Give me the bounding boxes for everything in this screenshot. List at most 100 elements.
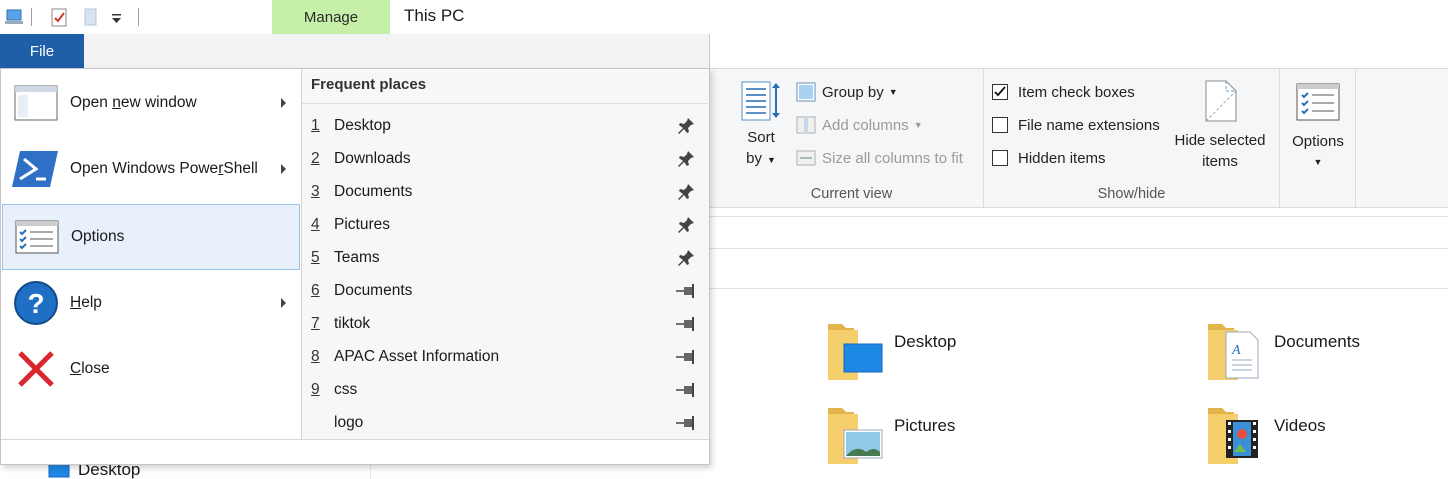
help-icon: ? (12, 279, 60, 327)
computer-icon[interactable] (4, 6, 26, 28)
folder-tile-desktop[interactable]: Desktop (826, 318, 956, 382)
pin-icon[interactable] (674, 378, 698, 402)
submenu-arrow-icon (281, 164, 286, 174)
folder-tile-videos[interactable]: Videos (1206, 402, 1326, 466)
folder-tile-documents[interactable]: A Documents (1206, 318, 1360, 382)
frequent-place-item[interactable]: 3 Documents (302, 175, 710, 208)
frequent-place-name: Pictures (334, 215, 390, 233)
options-button[interactable]: Options ▼ (1286, 83, 1350, 173)
menu-item-open-powershell[interactable]: Open Windows PowerShell (2, 136, 300, 202)
frequent-place-name: logo (334, 413, 364, 431)
menu-item-label: Close (70, 360, 110, 377)
frequent-place-number: 1 (311, 116, 320, 134)
frequent-place-name: tiktok (334, 314, 371, 332)
hide-selected-line1: Hide selected (1174, 132, 1266, 149)
powershell-icon (12, 145, 60, 193)
file-menu-commands: Open new window Open Windows PowerShell … (1, 69, 301, 439)
desktop-folder-icon (828, 324, 883, 380)
menu-item-open-new-window[interactable]: Open new window (2, 70, 300, 136)
svg-text:?: ? (27, 288, 44, 319)
item-check-boxes-toggle[interactable]: Item check boxes (992, 80, 1135, 104)
frequent-place-name: Documents (334, 281, 413, 299)
group-by-icon (795, 81, 817, 103)
frequent-places-title: Frequent places (311, 76, 427, 93)
frequent-place-number: 4 (311, 215, 320, 233)
tab-manage[interactable]: Manage (272, 0, 390, 34)
pinned-icon[interactable] (674, 213, 698, 237)
frequent-place-number: 8 (311, 347, 320, 365)
group-by-button[interactable]: Group by ▼ (795, 80, 898, 104)
frequent-place-item[interactable]: 7 tiktok (302, 307, 710, 340)
new-folder-icon[interactable] (80, 6, 102, 28)
show-hide-label: Show/hide (1097, 186, 1166, 202)
pin-icon[interactable] (674, 279, 698, 303)
file-menu: Open new window Open Windows PowerShell … (0, 68, 710, 465)
folder-label: Pictures (894, 416, 956, 435)
folder-tile-pictures[interactable]: Pictures (826, 402, 955, 466)
menu-item-options[interactable]: Options (2, 204, 300, 270)
frequent-place-number: 6 (311, 281, 320, 299)
file-name-extensions-toggle[interactable]: File name extensions (992, 113, 1160, 137)
frequent-place-number: 5 (311, 248, 320, 266)
options-group: Options ▼ (1280, 69, 1356, 208)
sort-by-line2: by (746, 150, 762, 167)
frequent-place-item[interactable]: 5 Teams (302, 241, 710, 274)
menu-item-label: Help (70, 294, 102, 311)
pinned-icon[interactable] (674, 246, 698, 270)
separator (302, 103, 710, 104)
documents-folder-icon: A (1208, 324, 1259, 380)
show-hide-group: Item check boxes File name extensions Hi… (984, 69, 1280, 208)
properties-icon[interactable] (48, 6, 70, 28)
file-name-extensions-checkbox[interactable] (992, 117, 1008, 133)
group-by-label: Group by (822, 83, 884, 101)
pin-icon[interactable] (674, 411, 698, 435)
pinned-icon[interactable] (674, 147, 698, 171)
frequent-place-item[interactable]: 4 Pictures (302, 208, 710, 241)
options-icon (1296, 83, 1340, 121)
hidden-items-toggle[interactable]: Hidden items (992, 146, 1106, 170)
pin-icon[interactable] (674, 312, 698, 336)
separator (1, 439, 709, 440)
videos-folder-icon (1208, 408, 1258, 464)
current-view-label: Current view (810, 186, 893, 202)
sort-by-line1: Sort (747, 129, 775, 146)
frequent-place-item[interactable]: 9 css (302, 373, 710, 406)
hide-selected-items-button[interactable]: Hide selected items (1170, 79, 1270, 172)
customize-dropdown-icon[interactable] (106, 8, 128, 30)
folder-label: Videos (1274, 416, 1326, 435)
hide-selected-line2: items (1202, 153, 1238, 170)
current-view-group: Sort by ▼ Group by ▼ Add columns ▼ Size all… (720, 69, 984, 208)
frequent-places-panel: Frequent places 1 Desktop 2 Downloads 3 Docum… (301, 69, 710, 439)
frequent-place-item[interactable]: 1 Desktop (302, 109, 710, 142)
pin-icon[interactable] (674, 345, 698, 369)
menu-item-help[interactable]: ? Help (2, 270, 300, 336)
menu-item-label: Options (71, 228, 125, 245)
folder-label: Documents (1274, 332, 1360, 351)
item-check-boxes-checkbox[interactable] (992, 84, 1008, 100)
frequent-place-number: 3 (311, 182, 320, 200)
svg-text:A: A (1231, 343, 1241, 358)
folder-label: Desktop (894, 332, 957, 351)
hide-selected-icon (1205, 80, 1237, 122)
options-label: Options (1292, 133, 1344, 150)
menu-item-close[interactable]: Close (2, 336, 300, 402)
frequent-place-name: css (334, 380, 358, 398)
size-all-columns-button[interactable]: Size all columns to fit (795, 146, 963, 170)
window-icon (12, 79, 60, 127)
sort-by-button[interactable]: Sort by ▼ (736, 79, 786, 171)
pictures-folder-icon (828, 408, 883, 464)
size-all-columns-label: Size all columns to fit (822, 149, 963, 167)
frequent-place-item[interactable]: 8 APAC Asset Information (302, 340, 710, 373)
frequent-place-item[interactable]: logo (302, 406, 710, 439)
add-columns-button[interactable]: Add columns ▼ (795, 113, 923, 137)
tab-file[interactable]: File (0, 34, 84, 68)
frequent-place-number: 7 (311, 314, 320, 332)
pinned-icon[interactable] (674, 114, 698, 138)
hidden-items-checkbox[interactable] (992, 150, 1008, 166)
submenu-arrow-icon (281, 298, 286, 308)
title-bar: Manage This PC (0, 0, 1448, 34)
frequent-place-name: Documents (334, 182, 413, 200)
frequent-place-item[interactable]: 6 Documents (302, 274, 710, 307)
pinned-icon[interactable] (674, 180, 698, 204)
frequent-place-item[interactable]: 2 Downloads (302, 142, 710, 175)
